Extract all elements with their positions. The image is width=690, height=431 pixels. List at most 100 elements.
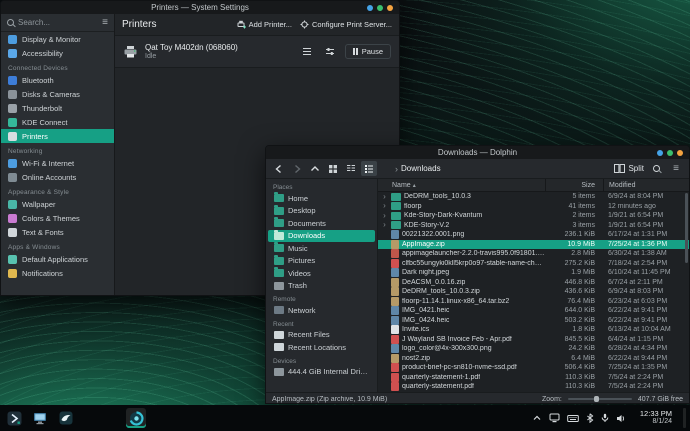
file-row[interactable]: quarterly-statement.pdf110.3 KiB7/5/24 a… (378, 382, 689, 392)
add-printer-button[interactable]: Add Printer... (237, 20, 292, 29)
file-row[interactable]: quarterly-statement-1.pdf110.3 KiB7/5/24… (378, 373, 689, 383)
configure-print-server-button[interactable]: Configure Print Server... (300, 20, 392, 29)
sidebar-item-default-applications[interactable]: Default Applications (1, 252, 114, 266)
place-item-444-4-gib-internal-drive-nvme0n1p2[interactable]: 444.4 GiB Internal Drive (nvme0n1p2) (268, 366, 375, 379)
place-item-downloads[interactable]: Downloads (268, 230, 375, 243)
printer-settings-button[interactable] (322, 45, 338, 59)
place-item-music[interactable]: Music (268, 242, 375, 255)
file-row[interactable]: DeDRM_tools_10.0.3.zip436.6 KiB6/9/24 at… (378, 287, 689, 297)
sidebar-item-text-fonts[interactable]: Text & Fonts (1, 225, 114, 239)
folder-icon (391, 202, 401, 210)
zoom-slider[interactable] (568, 398, 632, 400)
details-view-button[interactable] (361, 161, 377, 176)
menu-button[interactable]: ≡ (668, 161, 684, 176)
sidebar-item-wi-fi-internet[interactable]: Wi-Fi & Internet (1, 156, 114, 170)
file-row[interactable]: logo_color@4x-300x300.png24.2 KiB6/28/24… (378, 344, 689, 354)
close-button[interactable] (677, 150, 683, 156)
column-header-name[interactable]: Name▴ (378, 182, 545, 189)
file-row[interactable]: 00221322.0001.png236.1 KiB6/17/24 at 1:3… (378, 230, 689, 240)
minimize-button[interactable] (657, 150, 663, 156)
taskbar-floorp[interactable] (126, 408, 146, 428)
place-item-network[interactable]: Network (268, 304, 375, 317)
place-item-recent-locations[interactable]: Recent Locations (268, 341, 375, 354)
sidebar-item-notifications[interactable]: Notifications (1, 266, 114, 280)
sidebar-item-disks-cameras[interactable]: Disks & Cameras (1, 87, 114, 101)
place-item-home[interactable]: Home (268, 192, 375, 205)
sidebar-item-kde-connect[interactable]: KDE Connect (1, 115, 114, 129)
file-row[interactable]: J Wayland SB Invoice Feb - Apr.pdf845.5 … (378, 335, 689, 345)
folder-icon (391, 193, 401, 201)
sidebar-item-printers[interactable]: Printers (1, 129, 114, 143)
printer-list-item[interactable]: Qat Toy M402dn (068060) Idle (115, 36, 399, 68)
up-button[interactable] (307, 161, 323, 176)
minimize-button[interactable] (367, 5, 373, 11)
file-row[interactable]: product-brief-pc-sn810-nvme-ssd.pdf506.4… (378, 363, 689, 373)
application-launcher-button[interactable] (4, 408, 24, 428)
file-row[interactable]: IMG_0424.heic503.2 KiB6/22/24 at 9:41 PM (378, 316, 689, 326)
settings-search-field[interactable]: Search... ≡ (1, 14, 114, 32)
place-item-desktop[interactable]: Desktop (268, 205, 375, 218)
file-row[interactable]: nost2.zip6.4 MiB6/22/24 at 9:44 PM (378, 354, 689, 364)
dolphin-titlebar[interactable]: Downloads — Dolphin (266, 146, 689, 159)
expand-arrow-icon[interactable]: › (381, 221, 388, 229)
place-item-trash[interactable]: Trash (268, 280, 375, 293)
clock[interactable]: 12:33 PM 8/1/24 (640, 410, 672, 427)
pause-printer-button[interactable]: Pause (345, 44, 391, 59)
place-item-recent-files[interactable]: Recent Files (268, 329, 375, 342)
column-header-size[interactable]: Size (545, 179, 603, 191)
file-size: 3 items (545, 222, 603, 229)
file-row[interactable]: ›DeDRM_tools_10.0.35 items6/9/24 at 8:04… (378, 192, 689, 202)
sidebar-item-accessibility[interactable]: Accessibility (1, 46, 114, 60)
file-row[interactable]: ›KDE-Story-V.23 items1/9/21 at 6:54 PM (378, 221, 689, 231)
place-item-videos[interactable]: Videos (268, 267, 375, 280)
sidebar-item-thunderbolt[interactable]: Thunderbolt (1, 101, 114, 115)
file-row[interactable]: Invite.ics1.8 KiB6/13/24 at 10:04 AM (378, 325, 689, 335)
file-row[interactable]: appimagelauncher-2.2.0-travis995.0f91801… (378, 249, 689, 259)
zoom-slider-handle[interactable] (594, 396, 599, 402)
vertical-scrollbar[interactable] (685, 193, 688, 263)
bluetooth-icon[interactable] (586, 413, 594, 423)
file-row[interactable]: DeACSM_0.0.16.zip446.8 KiB6/7/24 at 2:11… (378, 278, 689, 288)
chevron-up-icon[interactable] (532, 414, 542, 422)
search-button[interactable] (648, 161, 664, 176)
taskbar-system-settings[interactable] (30, 408, 50, 428)
place-item-pictures[interactable]: Pictures (268, 255, 375, 268)
keyboard-icon[interactable] (567, 414, 579, 423)
volume-icon[interactable] (616, 414, 626, 423)
split-view-button[interactable]: Split (614, 164, 644, 173)
show-desktop-button[interactable] (683, 408, 686, 428)
file-row[interactable]: ›Kde-Story-Dark-Kvantum2 items1/9/21 at … (378, 211, 689, 221)
sidebar-item-display-monitor[interactable]: Display & Monitor (1, 32, 114, 46)
sidebar-item-wallpaper[interactable]: Wallpaper (1, 197, 114, 211)
compact-view-button[interactable] (343, 161, 359, 176)
file-row[interactable]: ›floorp41 items12 minutes ago (378, 202, 689, 212)
print-queue-button[interactable] (299, 45, 315, 59)
file-name: quarterly-statement.pdf (402, 383, 474, 390)
expand-arrow-icon[interactable]: › (381, 212, 388, 220)
place-item-documents[interactable]: Documents (268, 217, 375, 230)
file-row[interactable]: IMG_0421.heic644.0 KiB6/22/24 at 9:41 PM (378, 306, 689, 316)
maximize-button[interactable] (667, 150, 673, 156)
close-button[interactable] (387, 5, 393, 11)
breadcrumb[interactable]: › Downloads (395, 164, 441, 174)
file-row[interactable]: clfbc55ungyki0kll5krp0o97-stable-name-ch… (378, 259, 689, 269)
forward-button[interactable] (289, 161, 305, 176)
sidebar-item-online-accounts[interactable]: Online Accounts (1, 170, 114, 184)
monitor-icon[interactable] (549, 413, 560, 423)
icons-view-button[interactable] (325, 161, 341, 176)
file-row[interactable]: floorp-11.14.1.linux-x86_64.tar.bz276.4 … (378, 297, 689, 307)
menu-icon[interactable]: ≡ (102, 18, 108, 28)
sidebar-item-colors-themes[interactable]: Colors & Themes (1, 211, 114, 225)
file-row[interactable]: Dark night.jpeg1.9 MiB6/10/24 at 11:45 P… (378, 268, 689, 278)
settings-titlebar[interactable]: Printers — System Settings (1, 1, 399, 14)
file-row[interactable]: AppImage.zip10.9 MiB7/25/24 at 1:36 PM (378, 240, 689, 250)
column-header-modified[interactable]: Modified (603, 179, 689, 191)
sidebar-item-bluetooth[interactable]: Bluetooth (1, 73, 114, 87)
expand-arrow-icon[interactable]: › (381, 193, 388, 201)
taskbar-dolphin[interactable] (56, 408, 76, 428)
expand-arrow-icon[interactable]: › (381, 202, 388, 210)
maximize-button[interactable] (377, 5, 383, 11)
microphone-icon[interactable] (601, 413, 609, 423)
back-button[interactable] (271, 161, 287, 176)
sidebar-item-label: Wi-Fi & Internet (22, 159, 74, 168)
